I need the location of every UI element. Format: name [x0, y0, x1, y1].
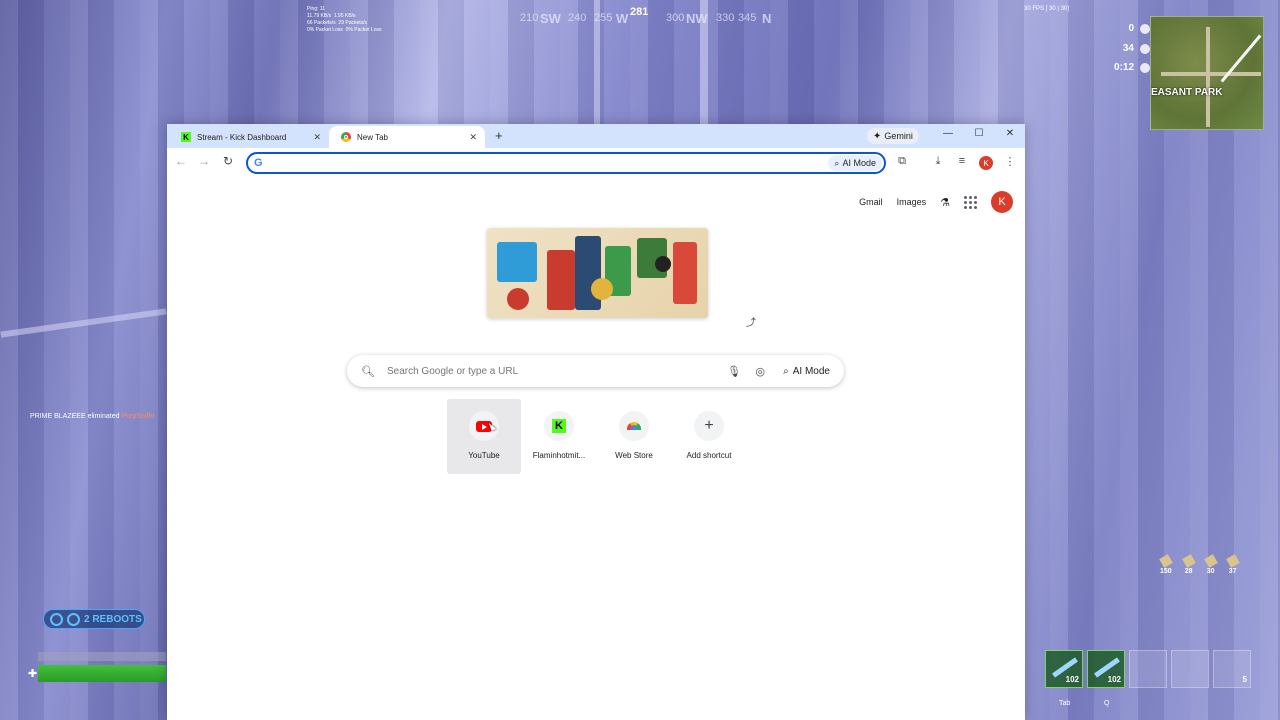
omnibox-ai-mode-button[interactable]: ⌕ AI Mode: [828, 155, 882, 171]
keyhint-tab: Tab: [1059, 700, 1071, 707]
players-icon: [1140, 43, 1150, 54]
sparkle-icon: ✦: [873, 130, 882, 142]
browser-window: K Stream - Kick Dashboard ✕ New Tab ✕ + …: [167, 124, 1025, 720]
skull-icon: [1140, 23, 1150, 34]
hotbar-slot-5[interactable]: 5: [1213, 650, 1251, 688]
shortcut-label: YouTube: [468, 451, 500, 460]
health-bar: [38, 665, 166, 682]
labs-flask-icon[interactable]: ⚗: [940, 196, 950, 209]
tab-title: New Tab: [357, 132, 388, 142]
window-close-button[interactable]: ✕: [1001, 128, 1019, 139]
chrome-icon: [341, 132, 351, 142]
minimap-location-label: EASANT PARK: [1151, 87, 1223, 98]
ai-search-icon: ⌕: [783, 365, 789, 377]
close-icon[interactable]: ✕: [469, 132, 477, 143]
reboot-icon: [50, 612, 63, 626]
download-icon[interactable]: ⤓: [930, 155, 946, 168]
close-icon[interactable]: ✕: [313, 132, 321, 143]
minimap: EASANT PARK: [1150, 16, 1264, 130]
tab-strip: K Stream - Kick Dashboard ✕ New Tab ✕ + …: [167, 124, 1025, 148]
ammo-light: 150: [1159, 554, 1173, 575]
kick-icon: K: [552, 419, 566, 433]
elimination-feed: PRIME BLAZEEE eliminated PurpSniffrr: [30, 413, 155, 420]
google-lens-icon[interactable]: ◎: [747, 365, 773, 378]
menu-kebab-icon[interactable]: ⋮: [1002, 155, 1018, 168]
medium-ammo-icon: [1181, 554, 1196, 568]
shells-ammo-icon: [1225, 554, 1240, 568]
fps-counter: 30 FPS [ 30 | 30]: [1024, 6, 1069, 12]
images-link[interactable]: Images: [897, 197, 927, 207]
players-remaining-stat: 34: [1123, 43, 1150, 54]
search-ai-mode-button[interactable]: ⌕ AI Mode: [773, 359, 840, 383]
shield-bar: [38, 652, 166, 661]
clock-icon: [1140, 62, 1150, 73]
webstore-icon: [627, 422, 641, 430]
google-doodle[interactable]: [487, 228, 708, 318]
google-search-box[interactable]: 🔍︎ 🎙︎ ◎ ⌕ AI Mode: [347, 355, 844, 387]
ammo-counts: 150 28 30 37: [1159, 554, 1240, 575]
side-panel-icon[interactable]: ⧉: [894, 155, 910, 168]
storm-timer-stat: 0:12: [1114, 62, 1150, 73]
shortcut-label: Add shortcut: [686, 451, 732, 460]
ai-search-icon: ⌕: [834, 157, 840, 168]
hotbar-slot-1[interactable]: 102: [1045, 650, 1083, 688]
address-bar[interactable]: G ⌕ AI Mode: [246, 152, 886, 174]
shortcuts-grid: YouTube K Flaminhotmit... Web Store + Ad…: [447, 399, 746, 474]
microphone-icon[interactable]: 🎙︎: [721, 365, 747, 378]
shortcut-label: Web Store: [615, 451, 653, 460]
account-avatar[interactable]: K: [991, 191, 1013, 213]
apps-grid-icon[interactable]: [964, 195, 977, 209]
hotbar-slot-4[interactable]: [1171, 650, 1209, 688]
search-input[interactable]: [386, 365, 722, 377]
hotbar-slot-3[interactable]: [1129, 650, 1167, 688]
weapon-hotbar: 102 102 5: [1045, 650, 1251, 688]
new-tab-page: Gmail Images ⚗ K ⤴ 🔍︎ 🎙︎ ◎ ⌕: [167, 176, 1025, 720]
eliminations-stat: 0: [1128, 23, 1150, 34]
tab-new-tab[interactable]: New Tab ✕: [329, 126, 485, 148]
google-g-icon: G: [254, 157, 263, 169]
profile-avatar-button[interactable]: K: [979, 156, 993, 170]
new-tab-button[interactable]: +: [495, 128, 503, 143]
reboot-icon: [67, 612, 80, 626]
shortcut-add[interactable]: + Add shortcut: [672, 399, 746, 474]
heavy-ammo-icon: [1203, 554, 1218, 568]
share-icon[interactable]: ⤴: [742, 312, 760, 330]
forward-button[interactable]: →: [196, 154, 212, 168]
address-input[interactable]: [266, 158, 829, 168]
media-control-icon[interactable]: ≡: [954, 155, 970, 167]
ammo-medium: 28: [1181, 554, 1196, 575]
tab-kick-dashboard[interactable]: K Stream - Kick Dashboard ✕: [169, 126, 329, 148]
shortcut-web-store[interactable]: Web Store: [597, 399, 671, 474]
shortcut-label: Flaminhotmit...: [532, 451, 586, 460]
top-links: Gmail Images ⚗ K: [859, 191, 1013, 213]
keyhint-q: Q: [1104, 700, 1110, 707]
search-icon: 🔍︎: [361, 365, 375, 378]
minimize-button[interactable]: —: [939, 128, 957, 139]
ammo-shells: 37: [1225, 554, 1240, 575]
reload-button[interactable]: ↻: [220, 154, 236, 168]
reboots-badge: 2 REBOOTS: [43, 609, 145, 629]
net-stats: Ping: 11 11.79 KB/s 1.95 KB/s 66 Packets…: [307, 6, 382, 33]
gmail-link[interactable]: Gmail: [859, 197, 883, 207]
shortcut-youtube[interactable]: YouTube: [447, 399, 521, 474]
maximize-button[interactable]: ☐: [970, 128, 988, 139]
tab-title: Stream - Kick Dashboard: [197, 132, 287, 142]
kick-icon: K: [181, 132, 191, 142]
back-button[interactable]: ←: [173, 154, 189, 168]
hotbar-slot-2[interactable]: 102: [1087, 650, 1125, 688]
ammo-heavy: 30: [1203, 554, 1218, 575]
light-ammo-icon: [1159, 554, 1173, 568]
gemini-button[interactable]: ✦ Gemini: [867, 128, 919, 144]
health-plus-icon: ✚: [28, 668, 38, 680]
compass: 210 SW 240 255 W 281 300 NW 330 345 N: [520, 6, 772, 26]
shortcut-flaminhotmit[interactable]: K Flaminhotmit...: [522, 399, 596, 474]
compass-heading: 281: [630, 6, 649, 18]
plus-icon: +: [704, 417, 714, 434]
browser-toolbar: ← → ↻ G ⌕ AI Mode ⧉ ⤓ ≡ K ⋮: [167, 148, 1025, 176]
